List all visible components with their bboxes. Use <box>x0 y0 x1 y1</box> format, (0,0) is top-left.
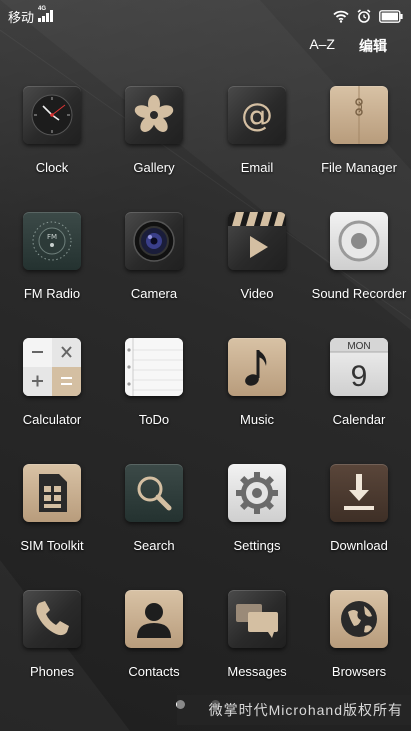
app-label: Settings <box>233 538 281 553</box>
clock-icon <box>23 86 81 144</box>
status-bar: 移动 4G <box>0 0 411 32</box>
app-settings[interactable]: Settings <box>205 458 309 568</box>
app-label: Browsers <box>331 664 387 679</box>
gear-icon <box>228 464 286 522</box>
battery-icon <box>379 9 403 23</box>
app-contacts[interactable]: Contacts <box>102 584 206 694</box>
app-label: Phones <box>29 664 75 679</box>
app-label: Clock <box>35 160 69 175</box>
app-gallery[interactable]: Gallery <box>102 80 206 190</box>
top-actions: A–Z 编辑 <box>309 36 387 56</box>
svg-text:FM: FM <box>47 233 57 241</box>
app-clock[interactable]: Clock <box>0 80 104 190</box>
app-label: Calculator <box>22 412 82 427</box>
app-music[interactable]: Music <box>205 332 309 442</box>
app-label: Contacts <box>128 664 180 679</box>
app-download[interactable]: Download <box>307 458 411 568</box>
clapperboard-icon <box>228 212 286 270</box>
status-left: 移动 4G <box>8 6 54 26</box>
watermark: 微掌时代Microhand版权所有 <box>177 695 411 725</box>
app-phones[interactable]: Phones <box>0 584 104 694</box>
app-search[interactable]: Search <box>102 458 206 568</box>
alarm-icon <box>357 9 371 23</box>
download-icon <box>330 464 388 522</box>
carrier-label: 移动 <box>8 9 35 25</box>
calendar-icon: MON 9 <box>330 338 388 396</box>
app-sim-toolkit[interactable]: SIM Toolkit <box>0 458 104 568</box>
app-label: Sound Recorder <box>311 286 407 301</box>
status-right <box>333 9 403 23</box>
radio-icon: FM <box>23 212 81 270</box>
at-icon: @ <box>228 86 286 144</box>
app-file-manager[interactable]: File Manager <box>307 80 411 190</box>
app-label: Messages <box>227 664 287 679</box>
app-browsers[interactable]: Browsers <box>307 584 411 694</box>
edit-button[interactable]: 编辑 <box>359 36 387 56</box>
app-fm-radio[interactable]: FM FM Radio <box>0 206 104 316</box>
app-label: FM Radio <box>23 286 81 301</box>
phone-icon <box>23 590 81 648</box>
sim-card-icon <box>23 464 81 522</box>
magnifier-icon <box>125 464 183 522</box>
calendar-day-label: MON <box>347 341 370 352</box>
app-label: Music <box>240 412 274 427</box>
sort-az-button[interactable]: A–Z <box>309 36 335 56</box>
app-label: ToDo <box>138 412 170 427</box>
app-todo[interactable]: ToDo <box>102 332 206 442</box>
chat-bubbles-icon <box>228 590 286 648</box>
app-label: Calendar <box>332 412 386 427</box>
calendar-date-label: 9 <box>351 360 368 393</box>
app-calculator[interactable]: Calculator <box>0 332 104 442</box>
flower-icon <box>125 86 183 144</box>
app-sound-recorder[interactable]: Sound Recorder <box>307 206 411 316</box>
app-email[interactable]: @ Email <box>205 80 309 190</box>
app-calendar[interactable]: MON 9 Calendar <box>307 332 411 442</box>
person-icon <box>125 590 183 648</box>
app-label: Gallery <box>133 160 175 175</box>
app-label: Email <box>240 160 274 175</box>
app-label: Camera <box>130 286 178 301</box>
app-label: Search <box>133 538 175 553</box>
globe-icon <box>330 590 388 648</box>
app-video[interactable]: Video <box>205 206 309 316</box>
music-note-icon <box>228 338 286 396</box>
notepad-icon <box>125 338 183 396</box>
calculator-icon <box>23 338 81 396</box>
app-label: Download <box>330 538 388 553</box>
app-label: File Manager <box>321 160 397 175</box>
network-type-label: 4G <box>38 6 47 12</box>
app-camera[interactable]: Camera <box>102 206 206 316</box>
svg-text:@: @ <box>241 96 273 134</box>
app-label: SIM Toolkit <box>20 538 84 553</box>
app-label: Video <box>240 286 274 301</box>
record-icon <box>330 212 388 270</box>
wifi-icon <box>333 10 349 23</box>
camera-lens-icon <box>125 212 183 270</box>
app-messages[interactable]: Messages <box>205 584 309 694</box>
folder-icon <box>330 86 388 144</box>
signal-icon: 4G <box>38 6 54 22</box>
